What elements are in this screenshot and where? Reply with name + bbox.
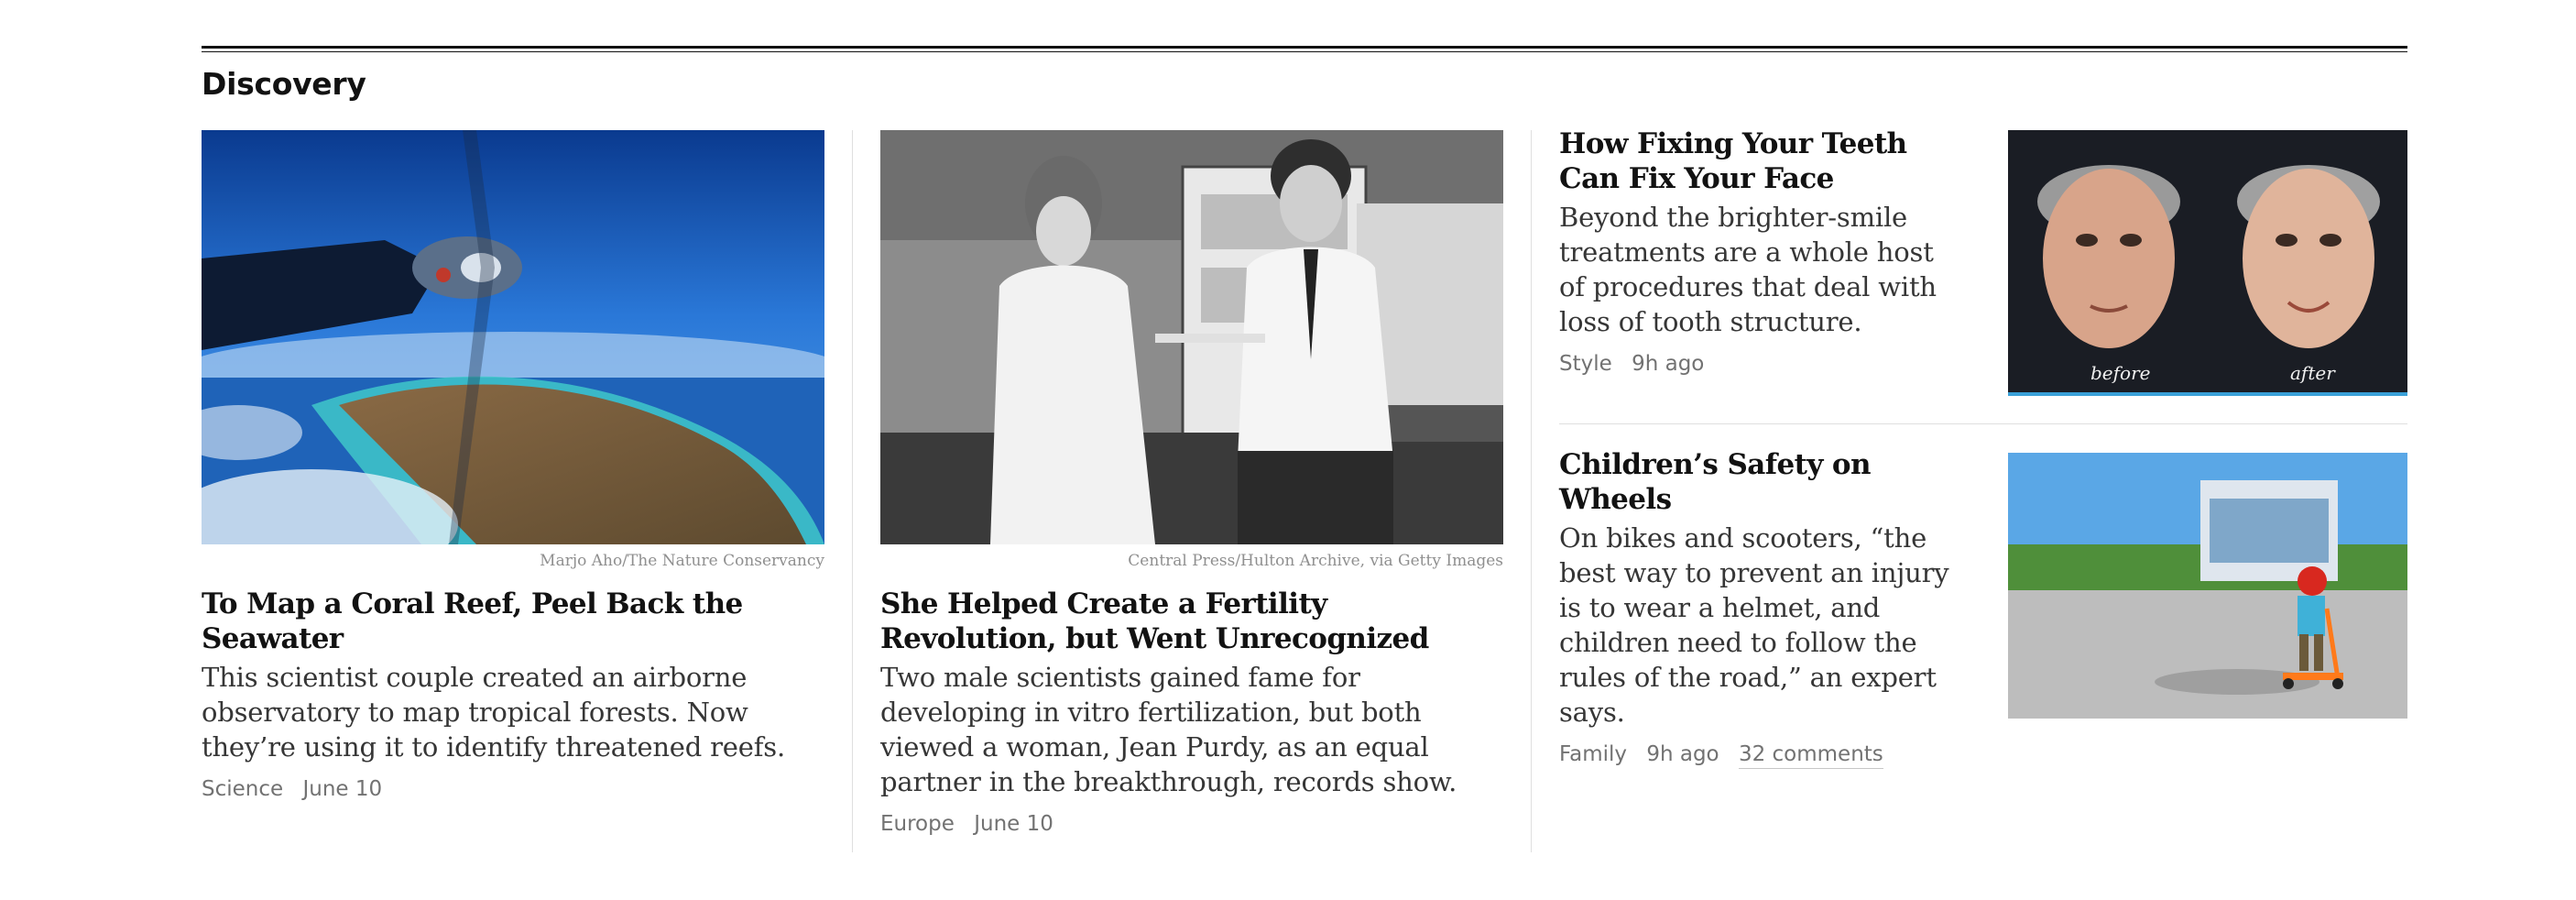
story-headline[interactable]: She Helped Create a Fertility Revolution…	[880, 587, 1503, 656]
story-summary[interactable]: Two male scientists gained fame for deve…	[880, 660, 1503, 799]
comments-link[interactable]: 32 comments	[1738, 742, 1883, 769]
story-card-coral-reef[interactable]: Marjo Aho/The Nature Conservancy To Map …	[202, 130, 824, 801]
image-caption-before: before	[2090, 362, 2150, 384]
story-timestamp: June 10	[302, 777, 383, 801]
story-meta: Style 9h ago	[1559, 352, 1962, 376]
story-summary[interactable]: Beyond the brighter-smile treatments are…	[1559, 200, 1962, 339]
story-summary[interactable]: On bikes and scooters, “the best way to …	[1559, 521, 1962, 730]
column-divider	[852, 130, 853, 852]
photo-credit: Marjo Aho/The Nature Conservancy	[540, 552, 824, 570]
story-timestamp: June 10	[974, 812, 1053, 836]
photo-credit: Central Press/Hulton Archive, via Getty …	[1128, 552, 1503, 570]
story-section-label: Europe	[880, 812, 955, 836]
story-headline[interactable]: To Map a Coral Reef, Peel Back the Seawa…	[202, 587, 824, 656]
story-section-label: Style	[1559, 352, 1612, 376]
story-headline[interactable]: Children’s Safety on Wheels	[1559, 447, 1962, 517]
image-caption-after: after	[2290, 362, 2336, 384]
story-meta: Europe June 10	[880, 812, 1503, 836]
section-top-rule	[202, 46, 2407, 49]
story-summary[interactable]: This scientist couple created an airborn…	[202, 660, 824, 764]
column-divider	[1531, 130, 1532, 852]
story-meta: Family 9h ago 32 comments	[1559, 742, 1962, 769]
story-image-before-after-faces[interactable]: before after	[2008, 130, 2407, 396]
section-top-rule-thin	[202, 51, 2407, 52]
story-section-label: Science	[202, 777, 284, 801]
story-headline[interactable]: How Fixing Your Teeth Can Fix Your Face	[1559, 126, 1962, 196]
story-divider	[1559, 423, 2407, 424]
story-meta: Science June 10	[202, 777, 824, 801]
story-timestamp: 9h ago	[1632, 352, 1705, 376]
story-section-label: Family	[1559, 742, 1628, 766]
story-image-lab-scientists[interactable]	[880, 130, 1503, 544]
section-title[interactable]: Discovery	[202, 66, 366, 102]
story-timestamp: 9h ago	[1646, 742, 1719, 766]
story-image-aerial-island[interactable]	[202, 130, 824, 544]
story-card-fertility[interactable]: Central Press/Hulton Archive, via Getty …	[880, 130, 1503, 836]
story-image-child-scooter[interactable]	[2008, 453, 2407, 719]
